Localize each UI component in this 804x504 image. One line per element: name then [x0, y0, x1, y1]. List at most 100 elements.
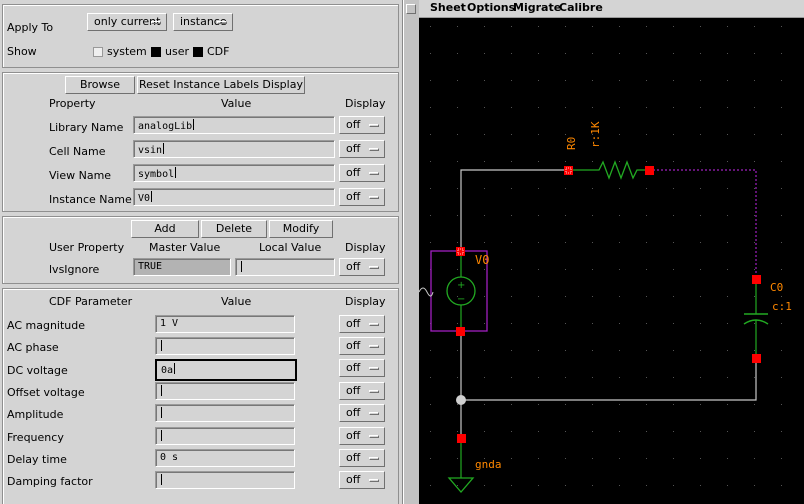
capacitor-pin-top [752, 275, 761, 284]
delay-time-field[interactable]: 0 s [155, 449, 295, 467]
scrollbar-thumb[interactable] [406, 4, 416, 14]
schematic-canvas[interactable]: R0 r:1K + − V0 C0 c:1 gnda [419, 18, 804, 504]
option-indicator-icon [369, 172, 379, 175]
cell-name-field[interactable]: vsin [133, 140, 335, 158]
cdf-parameter-section: CDF Parameter Value Display AC magnitude… [2, 288, 399, 504]
instance-name-display-select[interactable]: off [339, 188, 385, 206]
display-header: Display [345, 241, 386, 254]
show-user-checkbox[interactable] [151, 47, 161, 57]
show-user-label: user [165, 45, 189, 58]
cdf-parameter-header: CDF Parameter [49, 295, 133, 308]
source-pin-top [456, 247, 465, 256]
apply-target-select[interactable]: instance [173, 13, 233, 31]
display-value: off [346, 317, 361, 330]
menu-migrate[interactable]: Migrate [513, 1, 561, 14]
modify-property-button[interactable]: Modify [269, 220, 333, 238]
damping-factor-label: Damping factor [7, 475, 93, 488]
option-indicator-icon [369, 479, 379, 482]
view-name-label: View Name [49, 169, 112, 182]
frequency-display-select[interactable]: off [339, 427, 385, 445]
display-value: off [346, 142, 361, 155]
cell-name-display-select[interactable]: off [339, 140, 385, 158]
display-header: Display [345, 295, 386, 308]
ac-magnitude-field[interactable]: 1 V [155, 315, 295, 333]
source-minus-sign: − [457, 294, 465, 305]
amplitude-display-select[interactable]: off [339, 404, 385, 422]
user-property-header: User Property [49, 241, 125, 254]
display-header: Display [345, 97, 386, 110]
library-name-value: analogLib [138, 121, 193, 132]
text-cursor [241, 261, 242, 272]
show-cdf-checkbox[interactable] [193, 47, 203, 57]
edit-object-properties-form: Apply To only current instance Show syst… [0, 0, 403, 504]
view-name-field[interactable]: symbol [133, 164, 335, 182]
value-header: Value [221, 295, 252, 308]
menu-calibre[interactable]: Calibre [559, 1, 603, 14]
menu-options[interactable]: Options [467, 1, 515, 14]
option-indicator-icon [369, 266, 379, 269]
lvsignore-display-select[interactable]: off [339, 258, 385, 276]
browse-button[interactable]: Browse [65, 76, 135, 94]
reset-instance-labels-button[interactable]: Reset Instance Labels Display [137, 76, 305, 94]
cell-name-label: Cell Name [49, 145, 106, 158]
amplitude-field[interactable] [155, 404, 295, 422]
lvsignore-label: lvsIgnore [49, 263, 100, 276]
display-value: off [346, 339, 361, 352]
schematic-window: Sheet Options Migrate Calibre R0 r:1K + … [419, 0, 804, 504]
library-name-field[interactable]: analogLib [133, 116, 335, 134]
apply-to-label: Apply To [7, 21, 54, 34]
offset-voltage-field[interactable] [155, 382, 295, 400]
menu-sheet[interactable]: Sheet [430, 1, 466, 14]
apply-section: Apply To only current instance Show syst… [2, 4, 399, 68]
value-header: Value [221, 97, 252, 110]
option-indicator-icon [369, 457, 379, 460]
local-value-header: Local Value [259, 241, 322, 254]
lvsignore-local-field[interactable] [235, 258, 335, 276]
dc-voltage-value: 0a [161, 365, 174, 376]
instance-name-field[interactable]: V0 [133, 188, 335, 206]
option-indicator-icon [369, 367, 379, 370]
library-name-display-select[interactable]: off [339, 116, 385, 134]
ac-phase-field[interactable] [155, 337, 295, 355]
damping-factor-field[interactable] [155, 471, 295, 489]
lvsignore-master-value: TRUE [133, 258, 231, 276]
option-indicator-icon [369, 323, 379, 326]
ac-magnitude-value: 1 V [160, 318, 179, 329]
resistor-pin-right [645, 166, 654, 175]
option-indicator-icon [369, 148, 379, 151]
text-cursor [161, 340, 162, 351]
damping-factor-display-select[interactable]: off [339, 471, 385, 489]
text-cursor [193, 119, 195, 130]
resistor-name-label: R0 [565, 137, 578, 150]
frequency-label: Frequency [7, 431, 64, 444]
dc-voltage-field[interactable]: 0a [155, 359, 297, 381]
delete-property-button[interactable]: Delete [201, 220, 267, 238]
wire-junction-dot [456, 395, 466, 405]
resistor-value-label: r:1K [589, 121, 602, 148]
capacitor-name-label: C0 [770, 281, 783, 294]
show-system-checkbox[interactable] [93, 47, 103, 57]
property-header: Property [49, 97, 96, 110]
view-name-display-select[interactable]: off [339, 164, 385, 182]
capacitor-value-label: c:1 [772, 300, 792, 313]
frequency-field[interactable] [155, 427, 295, 445]
text-cursor [151, 191, 153, 202]
apply-scope-select[interactable]: only current [87, 13, 167, 31]
text-cursor [161, 385, 162, 396]
add-property-button[interactable]: Add [131, 220, 199, 238]
delay-time-display-select[interactable]: off [339, 449, 385, 467]
offset-voltage-display-select[interactable]: off [339, 382, 385, 400]
dc-voltage-display-select[interactable]: off [339, 359, 385, 377]
option-indicator-icon [369, 196, 379, 199]
ac-magnitude-display-select[interactable]: off [339, 315, 385, 333]
ground-pin [457, 434, 466, 443]
offset-voltage-label: Offset voltage [7, 386, 85, 399]
show-label: Show [7, 45, 37, 58]
text-cursor [161, 430, 162, 441]
library-name-label: Library Name [49, 121, 124, 134]
display-value: off [346, 429, 361, 442]
ac-phase-display-select[interactable]: off [339, 337, 385, 355]
ground-net-label: gnda [475, 458, 502, 471]
form-scrollbar[interactable] [403, 0, 419, 504]
source-pin-bottom [456, 327, 465, 336]
